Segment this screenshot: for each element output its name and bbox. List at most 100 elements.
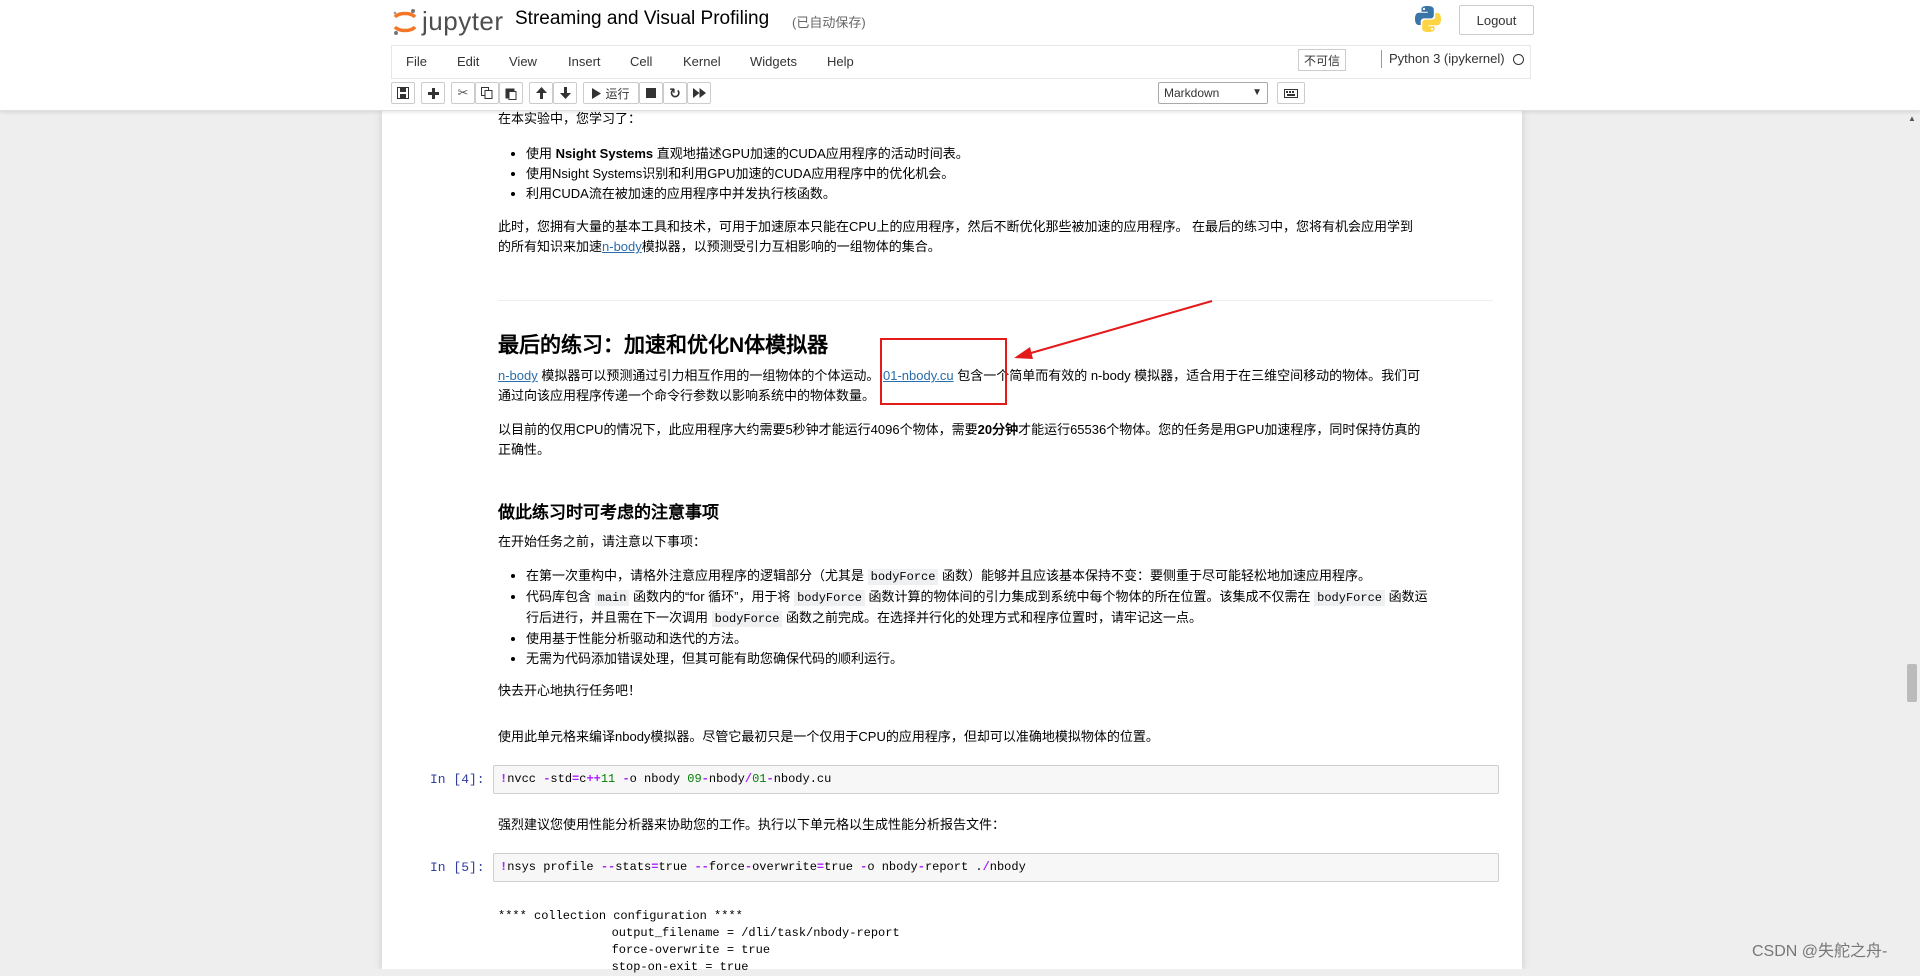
- menu-insert[interactable]: Insert: [568, 54, 601, 69]
- summary-line-2: 的所有知识来加速: [498, 239, 603, 254]
- list-item-text: 函数运: [1384, 589, 1428, 604]
- restart-button[interactable]: ↻: [663, 82, 687, 104]
- code-cell-compile[interactable]: !nvcc -std=c++11 -o nbody 09-nbody/01-nb…: [493, 765, 1499, 794]
- chevron-down-icon: ▼: [1252, 87, 1262, 98]
- restart-run-all-button[interactable]: [687, 82, 711, 104]
- profile-description: 强烈建议您使用性能分析器来协助您的工作。执行以下单元格以生成性能分析报告文件：: [498, 817, 1006, 832]
- toolbar: ✂ 运行 ↻ Markdown ▼: [391, 80, 1529, 107]
- play-icon: [592, 87, 602, 99]
- code-text: !nsys profile --stats=true --force-overw…: [500, 860, 1026, 874]
- menu-edit[interactable]: Edit: [457, 54, 479, 69]
- list-item: 代码库包含 main 函数内的“for 循环”，用于将 bodyForce 函数…: [526, 587, 1526, 629]
- python-logo-icon: [1413, 4, 1443, 34]
- output-line: stop-on-exit = true: [554, 960, 749, 974]
- list-item: 无需为代码添加错误处理，但其可能有助您确保代码的顺利运行。: [526, 649, 1526, 669]
- paste-button[interactable]: [499, 82, 523, 104]
- cpu-paragraph: 以目前的仅用CPU的情况下，此应用程序大约需要5秒钟才能运行4096个物体，需要…: [498, 420, 1498, 460]
- menu-kernel[interactable]: Kernel: [683, 54, 721, 69]
- fast-forward-icon: [692, 88, 706, 98]
- save-button[interactable]: [391, 82, 415, 104]
- output-line: output_filename = /dli/task/nbody-report: [554, 926, 900, 940]
- nbody-link[interactable]: n-body: [498, 368, 538, 383]
- run-button[interactable]: 运行: [583, 82, 639, 104]
- cell-output: **** collection configuration **** outpu…: [498, 908, 900, 976]
- list-item-text: 使用: [526, 146, 556, 161]
- plus-icon: [427, 87, 439, 99]
- list-item: 使用Nsight Systems识别和利用GPU加速的CUDA应用程序中的优化机…: [526, 164, 969, 184]
- jupyter-logo[interactable]: jupyter: [392, 6, 504, 36]
- output-line: **** collection configuration ****: [498, 909, 743, 923]
- summary-paragraph: 此时，您拥有大量的基本工具和技术，可用于加速原本只能在CPU上的应用程序，然后不…: [498, 217, 1498, 257]
- insert-cell-button[interactable]: [421, 82, 445, 104]
- considerations-heading: 做此练习时可考虑的注意事项: [498, 503, 719, 522]
- watermark: CSDN @失舵之舟-: [1752, 943, 1888, 960]
- inline-code: bodyForce: [867, 569, 939, 585]
- menu-bar: File Edit View Insert Cell Kernel Widget…: [391, 45, 1531, 79]
- list-item-text: 代码库包含: [526, 589, 595, 604]
- keyboard-icon: [1284, 88, 1298, 98]
- annotation-highlight-box: [880, 338, 1007, 405]
- menu-help[interactable]: Help: [827, 54, 854, 69]
- code-cell-profile[interactable]: !nsys profile --stats=true --force-overw…: [493, 853, 1499, 882]
- cpu-text-b: 才能运行65536个物体。您的任务是用GPU加速程序，同时保持仿真的: [1018, 422, 1421, 437]
- annotation-arrow-icon: [1014, 300, 1213, 359]
- kernel-name: Python 3 (ipykernel): [1389, 51, 1505, 66]
- output-line: force-overwrite = true: [554, 943, 771, 957]
- arrow-up-icon: [535, 87, 547, 99]
- cut-button[interactable]: ✂: [451, 82, 475, 104]
- considerations-list: 在第一次重构中，请格外注意应用程序的逻辑部分（尤其是 bodyForce 函数）…: [498, 566, 1526, 669]
- menu-file[interactable]: File: [406, 54, 427, 69]
- final-exercise-heading: 最后的练习：加速和优化N体模拟器: [498, 334, 829, 357]
- trusted-indicator[interactable]: 不可信: [1298, 49, 1346, 71]
- list-item-text: 函数内的“for 循环”，用于将: [629, 589, 795, 604]
- nbody-text-2: 包含一个简单而有效的 n-body 模拟器，适合用于在三维空间移动的物体。我们可: [953, 368, 1421, 383]
- nbody-wiki-link[interactable]: n-body: [602, 239, 642, 254]
- kernel-idle-icon: [1513, 54, 1524, 65]
- cpu-text-c: 正确性。: [498, 442, 551, 457]
- input-prompt: In [5]:: [430, 860, 485, 875]
- save-icon: [397, 87, 409, 99]
- stop-icon: [646, 88, 656, 98]
- autosave-status: (已自动保存): [792, 15, 866, 30]
- inline-code: main: [594, 590, 630, 606]
- scrollbar-thumb[interactable]: [1907, 664, 1917, 702]
- scroll-up-icon[interactable]: ▲: [1908, 114, 1916, 123]
- inline-code: bodyForce: [1314, 590, 1385, 606]
- move-down-button[interactable]: [553, 82, 577, 104]
- nbody-text-1: 模拟器可以预测通过引力相互作用的一组物体的个体运动。: [537, 368, 880, 383]
- jupyter-orbit-icon: [392, 8, 418, 35]
- move-up-button[interactable]: [529, 82, 553, 104]
- logout-button[interactable]: Logout: [1459, 5, 1534, 35]
- notebook-header: jupyter Streaming and Visual Profiling (…: [0, 0, 1920, 111]
- paste-icon: [505, 88, 517, 100]
- kernel-separator: [1381, 50, 1382, 68]
- notebook-title[interactable]: Streaming and Visual Profiling: [515, 8, 769, 30]
- menu-cell[interactable]: Cell: [630, 54, 652, 69]
- summary-line-2-end: 模拟器，以预测受引力互相影响的一组物体的集合。: [641, 239, 941, 254]
- list-item: 在第一次重构中，请格外注意应用程序的逻辑部分（尤其是 bodyForce 函数）…: [526, 566, 1526, 587]
- learned-list: 使用 Nsight Systems 直观地描述GPU加速的CUDA应用程序的活动…: [498, 144, 969, 204]
- summary-line-1: 此时，您拥有大量的基本工具和技术，可用于加速原本只能在CPU上的应用程序，然后不…: [498, 219, 1414, 234]
- restart-icon: ↻: [669, 84, 681, 101]
- scissors-icon: ✂: [457, 85, 469, 100]
- cpu-bold: 20分钟: [977, 422, 1019, 437]
- menu-widgets[interactable]: Widgets: [750, 54, 797, 69]
- list-item: 使用基于性能分析驱动和迭代的方法。: [526, 629, 1526, 649]
- cell-type-value: Markdown: [1164, 86, 1220, 100]
- cell-type-select[interactable]: Markdown ▼: [1158, 82, 1268, 104]
- intro-text: 在本实验中，您学习了：: [498, 111, 642, 126]
- horizontal-rule: [498, 300, 1493, 301]
- interrupt-button[interactable]: [639, 82, 663, 104]
- list-item-text: 函数）能够并且应该基本保持不变：要侧重于尽可能轻松地加速应用程序。: [938, 568, 1372, 583]
- menu-view[interactable]: View: [509, 54, 537, 69]
- inline-code: bodyForce: [794, 590, 865, 606]
- copy-icon: [481, 87, 493, 99]
- command-palette-button[interactable]: [1277, 82, 1305, 104]
- list-item-text: 行后进行，并且需在下一次调用: [526, 610, 712, 625]
- arrow-down-icon: [559, 87, 571, 99]
- list-item: 利用CUDA流在被加速的应用程序中并发执行核函数。: [526, 184, 969, 204]
- copy-button[interactable]: [475, 82, 499, 104]
- run-label: 运行: [605, 86, 630, 101]
- list-item-text: 直观地描述GPU加速的CUDA应用程序的活动时间表。: [653, 146, 969, 161]
- nsight-bold: Nsight Systems: [555, 146, 654, 161]
